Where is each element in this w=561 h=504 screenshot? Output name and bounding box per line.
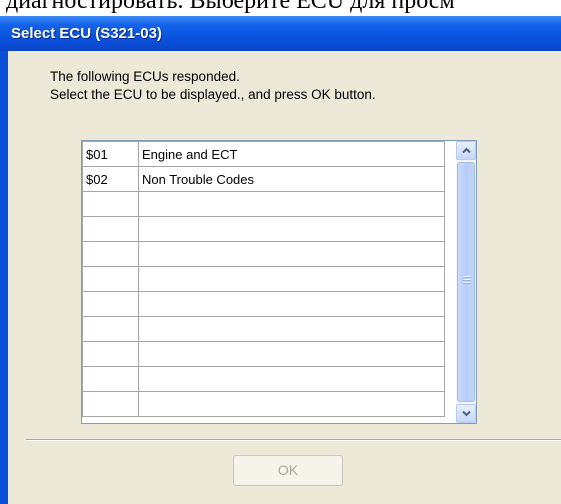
background-heading-fragment: диагностировать. Выберите ЕСU для просм bbox=[0, 0, 561, 16]
grip-icon bbox=[463, 276, 471, 284]
instruction-line-2: Select the ECU to be displayed., and pre… bbox=[50, 87, 376, 102]
ecu-table: $01 Engine and ECT $02 Non Trouble Codes bbox=[82, 141, 445, 417]
ecu-row[interactable]: $01 Engine and ECT bbox=[82, 141, 445, 167]
ecu-name-cell bbox=[138, 316, 445, 342]
ecu-name-cell: Non Trouble Codes bbox=[138, 166, 445, 192]
scroll-down-button[interactable] bbox=[456, 404, 476, 423]
background-heading-text: диагностировать. Выберите ЕСU для просм bbox=[6, 0, 455, 14]
dialog-body: The following ECUs responded. Select the… bbox=[8, 51, 561, 504]
ecu-id-cell bbox=[82, 391, 139, 417]
select-ecu-dialog: Select ECU (S321-03) The following ECUs … bbox=[0, 16, 561, 504]
ecu-name-cell bbox=[138, 341, 445, 367]
ecu-list[interactable]: $01 Engine and ECT $02 Non Trouble Codes bbox=[81, 140, 477, 424]
ecu-row[interactable]: $02 Non Trouble Codes bbox=[82, 166, 445, 192]
ecu-name-cell bbox=[138, 216, 445, 242]
scroll-thumb[interactable] bbox=[457, 162, 475, 402]
instructions: The following ECUs responded. Select the… bbox=[50, 68, 376, 104]
ecu-row-empty[interactable] bbox=[82, 391, 445, 417]
ecu-id-cell bbox=[82, 341, 139, 367]
ecu-id-cell bbox=[82, 366, 139, 392]
title-bar[interactable]: Select ECU (S321-03) bbox=[0, 16, 561, 51]
ecu-id-cell bbox=[82, 291, 139, 317]
ecu-row-empty[interactable] bbox=[82, 191, 445, 217]
separator-line bbox=[26, 439, 561, 441]
ecu-row-empty[interactable] bbox=[82, 216, 445, 242]
ecu-name-cell bbox=[138, 366, 445, 392]
ecu-name-cell: Engine and ECT bbox=[138, 141, 445, 167]
ecu-id-cell bbox=[82, 316, 139, 342]
instruction-line-1: The following ECUs responded. bbox=[50, 69, 240, 84]
scroll-up-button[interactable] bbox=[456, 141, 476, 160]
ecu-name-cell bbox=[138, 241, 445, 267]
ecu-row-empty[interactable] bbox=[82, 266, 445, 292]
ecu-id-cell bbox=[82, 216, 139, 242]
chevron-down-icon bbox=[462, 410, 471, 417]
ecu-id-cell: $01 bbox=[82, 141, 139, 167]
ecu-name-cell bbox=[138, 391, 445, 417]
ecu-row-empty[interactable] bbox=[82, 316, 445, 342]
ecu-id-cell bbox=[82, 266, 139, 292]
ecu-row-empty[interactable] bbox=[82, 366, 445, 392]
ecu-row-empty[interactable] bbox=[82, 341, 445, 367]
vertical-scrollbar[interactable] bbox=[456, 141, 476, 423]
ok-button[interactable]: OK bbox=[233, 455, 343, 486]
ecu-row-empty[interactable] bbox=[82, 241, 445, 267]
ecu-id-cell bbox=[82, 241, 139, 267]
chevron-up-icon bbox=[462, 147, 471, 154]
ecu-name-cell bbox=[138, 266, 445, 292]
ecu-name-cell bbox=[138, 291, 445, 317]
ecu-id-cell bbox=[82, 191, 139, 217]
ecu-row-empty[interactable] bbox=[82, 291, 445, 317]
ecu-name-cell bbox=[138, 191, 445, 217]
ecu-id-cell: $02 bbox=[82, 166, 139, 192]
dialog-title: Select ECU (S321-03) bbox=[11, 25, 162, 42]
